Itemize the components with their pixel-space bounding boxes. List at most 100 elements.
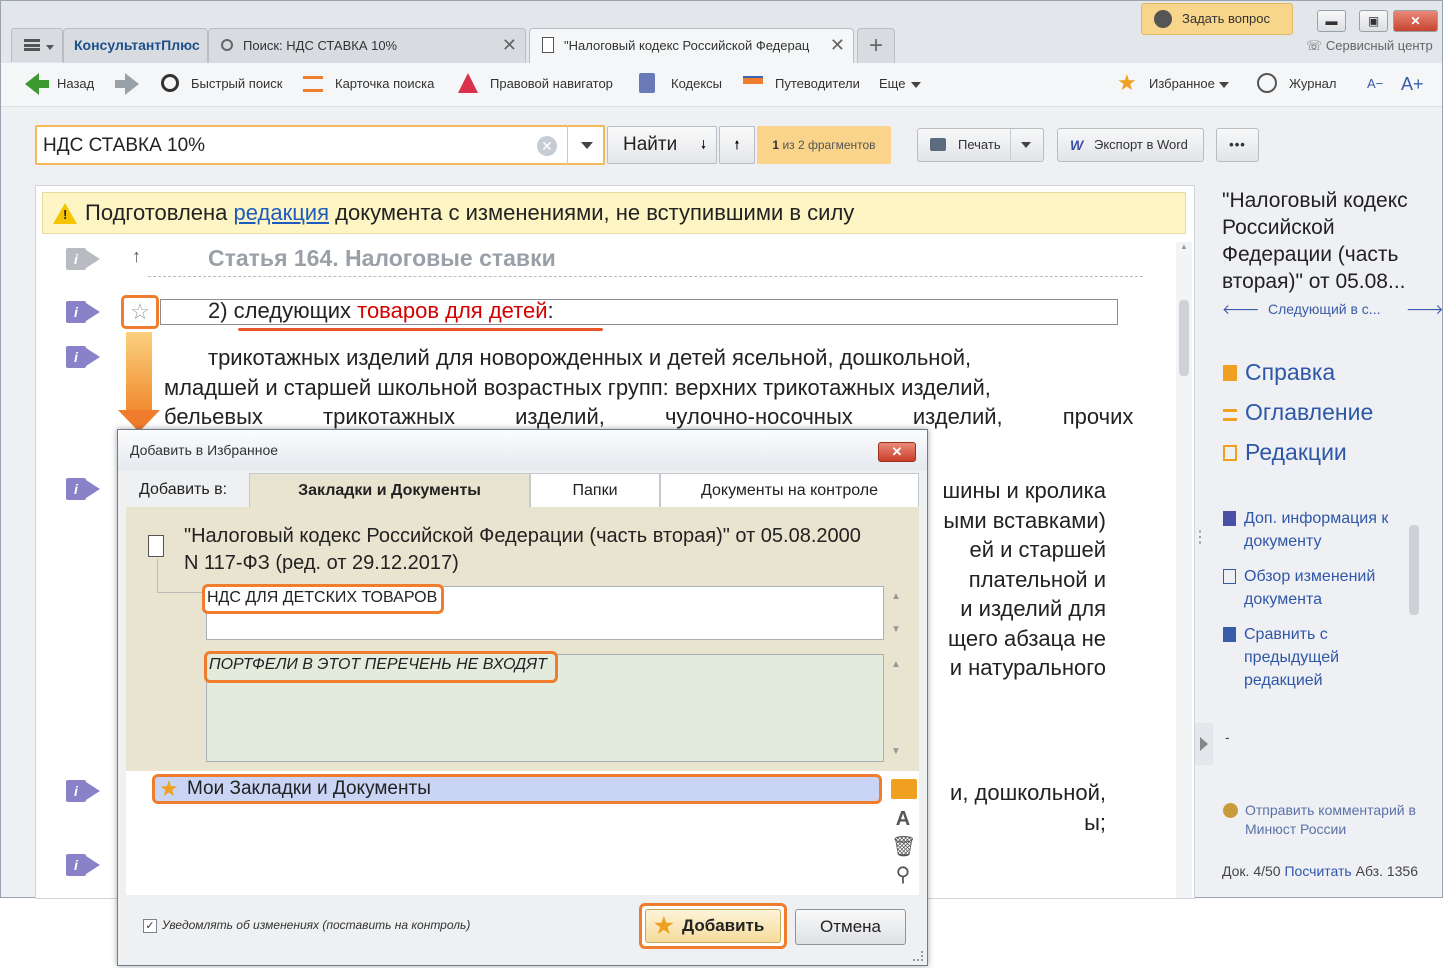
field-scrollbar[interactable]: ▲ ▼ [887, 655, 907, 761]
star-icon: ★ [159, 776, 179, 801]
previous-document-icon[interactable]: 🡐 [1222, 301, 1260, 318]
next-document-icon[interactable]: 🡒 [1406, 301, 1443, 318]
paragraph-text: и, дошкольной, ы; [950, 778, 1106, 837]
close-window-button[interactable]: ✕ [1393, 10, 1438, 32]
main-menu-button[interactable] [11, 28, 63, 62]
info-icon[interactable]: i [66, 248, 100, 270]
clear-icon[interactable]: ✕ [537, 136, 557, 156]
tab-close-icon[interactable]: ✕ [502, 29, 517, 62]
list-icon [1223, 409, 1237, 421]
search-card-label: Карточка поиска [335, 76, 435, 91]
help-link[interactable]: Справка [1223, 359, 1335, 386]
revision-warning-banner: Подготовлена редакция документа с измене… [42, 192, 1186, 234]
add-to-favorites-star-icon[interactable]: ☆ [121, 295, 159, 329]
comment-value[interactable]: ПОРТФЕЛИ В ЭТОТ ПЕРЕЧЕНЬ НЕ ВХОДЯТ [204, 651, 558, 683]
rename-icon[interactable]: A [891, 807, 915, 831]
edit-document-icon [1223, 569, 1236, 584]
scrollbar-thumb[interactable] [1409, 525, 1419, 615]
revisions-link[interactable]: Редакции [1223, 439, 1347, 466]
additional-info-link[interactable]: Доп. информация к документу [1223, 507, 1403, 553]
export-word-button[interactable]: W Экспорт в Word [1057, 128, 1204, 162]
codes-button[interactable]: Кодексы [639, 73, 723, 95]
tab-bookmarks[interactable]: Закладки и Документы [249, 473, 530, 507]
compare-revision-link[interactable]: Сравнить с предыдущей редакцией [1223, 623, 1373, 692]
favorites-label: Избранное [1149, 76, 1215, 91]
document-scrollbar[interactable]: ▲ [1176, 242, 1192, 898]
folder-item-my-bookmarks[interactable]: ★ Мои Закладки и Документы [152, 774, 882, 804]
resize-grip-icon[interactable] [913, 951, 923, 961]
count-link[interactable]: Посчитать [1284, 863, 1351, 879]
splitter-grip-icon[interactable]: ⋮ [1192, 527, 1208, 547]
cancel-button[interactable]: Отмена [795, 909, 906, 945]
right-panel-scrollbar[interactable] [1407, 509, 1421, 741]
field-scrollbar[interactable]: ▲ ▼ [887, 587, 907, 639]
paragraph-text: трикотажных изделий для новорожденных и … [164, 343, 1133, 432]
banner-text-start: Подготовлена [85, 200, 234, 225]
tab-close-icon[interactable]: ✕ [830, 29, 845, 62]
font-decrease-button[interactable]: A− [1367, 75, 1389, 95]
tab-search[interactable]: Поиск: НДС СТАВКА 10% ✕ [208, 28, 526, 63]
divider [148, 276, 1143, 277]
find-previous-button[interactable]: 🠕 [719, 126, 755, 164]
info-icon[interactable]: i [66, 301, 100, 323]
scroll-down-icon: ▼ [891, 624, 901, 635]
revision-link[interactable]: редакция [234, 200, 330, 225]
dialog-close-button[interactable]: ✕ [878, 442, 916, 462]
add-button[interactable]: ★ Добавить [639, 903, 787, 949]
arrow-up-icon[interactable]: ↑ [132, 246, 141, 267]
back-button[interactable]: Назад [25, 73, 95, 95]
notify-checkbox[interactable]: ✓ [143, 919, 157, 933]
send-comment-link[interactable]: Отправить комментарий в Минюст России [1223, 801, 1435, 839]
journal-label: Журнал [1289, 76, 1337, 91]
delete-icon[interactable]: 🗑 [891, 835, 916, 859]
quick-search-button[interactable]: Быстрый поиск [159, 74, 285, 95]
collapse-panel-button[interactable] [1195, 723, 1213, 765]
scroll-up-icon[interactable]: ▲ [1180, 242, 1188, 251]
compare-revision-label: Сравнить с предыдущей редакцией [1244, 626, 1340, 689]
revisions-label: Редакции [1245, 439, 1347, 465]
new-tab-button[interactable]: + [857, 28, 895, 63]
tab-home[interactable]: КонсультантПлюс [63, 28, 208, 63]
next-in-list-link[interactable]: Следующий в с... [1268, 301, 1380, 317]
help-label: Справка [1245, 359, 1336, 385]
search-input[interactable] [43, 133, 533, 159]
guides-button[interactable]: Путеводители [743, 75, 860, 95]
search-card-button[interactable]: Карточка поиска [303, 75, 439, 95]
chevron-down-icon [911, 81, 922, 88]
changes-review-link[interactable]: Обзор изменений документа [1223, 565, 1403, 611]
search-history-dropdown[interactable] [567, 125, 605, 165]
bookmark-name-value[interactable]: НДС ДЛЯ ДЕТСКИХ ТОВАРОВ [202, 584, 444, 614]
tab-document[interactable]: "Налоговый кодекс Российской Федерац ✕ [529, 28, 854, 63]
minimize-button[interactable]: ▬ [1317, 10, 1346, 32]
chevron-down-icon[interactable] [1021, 142, 1031, 148]
find-label: Найти [623, 134, 678, 155]
maximize-button[interactable]: ▣ [1359, 10, 1388, 32]
more-actions-button[interactable]: ••• [1216, 128, 1259, 162]
fragment-counter: 1 из 2 фрагментов [757, 126, 891, 164]
info-icon[interactable]: i [66, 346, 100, 368]
annotation-underline [238, 328, 603, 331]
info-icon[interactable]: i [66, 780, 100, 802]
scrollbar-thumb[interactable] [1179, 300, 1189, 376]
contents-link[interactable]: Оглавление [1223, 399, 1373, 426]
tab-control-documents[interactable]: Документы на контроле [660, 473, 919, 507]
menu-icon [24, 39, 40, 51]
new-folder-icon[interactable] [891, 779, 917, 799]
service-center-link[interactable]: ☏ Сервисный центр [1306, 38, 1433, 54]
journal-button[interactable]: Журнал [1257, 73, 1337, 95]
forward-button[interactable] [115, 73, 141, 95]
favorites-button[interactable]: ★ Избранное [1117, 72, 1237, 95]
find-button[interactable]: Найти 🠗 [607, 126, 717, 164]
print-button[interactable]: Печать [917, 128, 1044, 162]
scroll-down-icon: ▼ [891, 746, 901, 757]
send-comment-label: Отправить комментарий в Минюст России [1245, 802, 1416, 837]
more-menu-button[interactable]: Еще [879, 75, 927, 95]
info-icon[interactable]: i [66, 478, 100, 500]
font-increase-button[interactable]: A+ [1401, 75, 1429, 95]
legal-navigator-button[interactable]: Правовой навигатор [458, 73, 618, 95]
info-icon[interactable]: i [66, 854, 100, 876]
binoculars-icon[interactable]: ⚲ [891, 863, 915, 887]
ask-question-button[interactable]: Задать вопрос [1141, 3, 1293, 35]
tab-folders[interactable]: Папки [530, 473, 660, 507]
article-title: Статья 164. Налоговые ставки [208, 245, 556, 271]
